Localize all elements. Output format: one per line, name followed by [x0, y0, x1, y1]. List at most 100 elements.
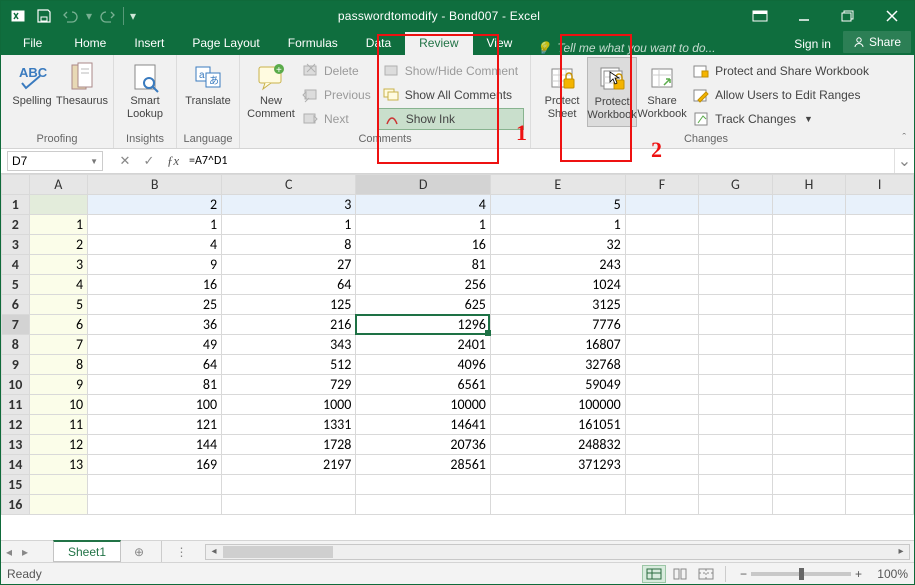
cell-G3[interactable] — [699, 235, 773, 255]
cell-E9[interactable]: 32768 — [490, 355, 625, 375]
allow-edit-ranges-button[interactable]: Allow Users to Edit Ranges — [687, 84, 875, 106]
cell-A13[interactable]: 12 — [29, 435, 88, 455]
previous-comment-button[interactable]: Previous — [296, 84, 377, 106]
cell-A14[interactable]: 13 — [29, 455, 88, 475]
cell-I5[interactable] — [846, 275, 914, 295]
cell-C14[interactable]: 2197 — [222, 455, 356, 475]
cell-F3[interactable] — [625, 235, 699, 255]
cell-A12[interactable]: 11 — [29, 415, 88, 435]
cell-E6[interactable]: 3125 — [490, 295, 625, 315]
next-comment-button[interactable]: Next — [296, 108, 377, 130]
cell-A4[interactable]: 3 — [29, 255, 88, 275]
cell-D8[interactable]: 2401 — [356, 335, 491, 355]
zoom-out-icon[interactable]: − — [740, 567, 747, 581]
col-header-H[interactable]: H — [772, 175, 846, 195]
tab-home[interactable]: Home — [60, 32, 120, 55]
cell-E7[interactable]: 7776 — [490, 315, 625, 335]
cell-C7[interactable]: 216 — [222, 315, 356, 335]
protect-sheet-button[interactable]: Protect Sheet — [537, 57, 587, 125]
cell-I3[interactable] — [846, 235, 914, 255]
track-changes-button[interactable]: Track Changes▼ — [687, 108, 875, 130]
zoom-in-icon[interactable]: + — [855, 567, 862, 581]
restore-icon[interactable] — [826, 1, 870, 31]
sheet-nav-next-icon[interactable]: ▸ — [17, 541, 33, 562]
cell-I8[interactable] — [846, 335, 914, 355]
minimize-icon[interactable] — [782, 1, 826, 31]
cell-G1[interactable] — [699, 195, 773, 215]
cell-B9[interactable]: 64 — [88, 355, 222, 375]
col-header-E[interactable]: E — [490, 175, 625, 195]
cell-B12[interactable]: 121 — [88, 415, 222, 435]
cell-A3[interactable]: 2 — [29, 235, 88, 255]
cell-B8[interactable]: 49 — [88, 335, 222, 355]
tab-formulas[interactable]: Formulas — [274, 32, 352, 55]
cell-F5[interactable] — [625, 275, 699, 295]
cell-I16[interactable] — [846, 495, 914, 515]
cell-B3[interactable]: 4 — [88, 235, 222, 255]
cell-D15[interactable] — [356, 475, 491, 495]
cell-F7[interactable] — [625, 315, 699, 335]
expand-formula-bar-icon[interactable]: ⌄ — [894, 149, 914, 173]
row-header-14[interactable]: 14 — [2, 455, 30, 475]
cell-C13[interactable]: 1728 — [222, 435, 356, 455]
collapse-ribbon-icon[interactable]: ˆ — [898, 130, 910, 146]
cell-C11[interactable]: 1000 — [222, 395, 356, 415]
cell-H10[interactable] — [772, 375, 846, 395]
cell-A2[interactable]: 1 — [29, 215, 88, 235]
cell-B6[interactable]: 25 — [88, 295, 222, 315]
cell-I6[interactable] — [846, 295, 914, 315]
cell-I4[interactable] — [846, 255, 914, 275]
cell-H8[interactable] — [772, 335, 846, 355]
new-comment-button[interactable]: + New Comment — [246, 57, 296, 125]
undo-dropdown-icon[interactable]: ▾ — [83, 3, 95, 29]
thesaurus-button[interactable]: Thesaurus — [57, 57, 107, 125]
cell-D1[interactable]: 4 — [356, 195, 491, 215]
col-header-D[interactable]: D — [356, 175, 491, 195]
cell-G12[interactable] — [699, 415, 773, 435]
cell-G14[interactable] — [699, 455, 773, 475]
row-header-5[interactable]: 5 — [2, 275, 30, 295]
cell-A11[interactable]: 10 — [29, 395, 88, 415]
cell-F11[interactable] — [625, 395, 699, 415]
select-all-corner[interactable] — [2, 175, 30, 195]
cell-grid[interactable]: ABCDEFGHI1234521111132481632439278124354… — [1, 174, 914, 540]
cell-F12[interactable] — [625, 415, 699, 435]
cell-I13[interactable] — [846, 435, 914, 455]
smart-lookup-button[interactable]: Smart Lookup — [120, 57, 170, 125]
cell-I14[interactable] — [846, 455, 914, 475]
cell-D5[interactable]: 256 — [356, 275, 491, 295]
col-header-C[interactable]: C — [222, 175, 356, 195]
cell-F4[interactable] — [625, 255, 699, 275]
cell-D7[interactable]: 1296 — [356, 315, 491, 335]
cell-F8[interactable] — [625, 335, 699, 355]
cell-D2[interactable]: 1 — [356, 215, 491, 235]
row-header-11[interactable]: 11 — [2, 395, 30, 415]
cell-B7[interactable]: 36 — [88, 315, 222, 335]
tab-insert[interactable]: Insert — [120, 32, 178, 55]
sheet-tab-sheet1[interactable]: Sheet1 — [53, 540, 121, 562]
cell-H6[interactable] — [772, 295, 846, 315]
cell-H15[interactable] — [772, 475, 846, 495]
cell-F2[interactable] — [625, 215, 699, 235]
cell-A10[interactable]: 9 — [29, 375, 88, 395]
cell-H4[interactable] — [772, 255, 846, 275]
cell-E8[interactable]: 16807 — [490, 335, 625, 355]
cell-D10[interactable]: 6561 — [356, 375, 491, 395]
cell-C5[interactable]: 64 — [222, 275, 356, 295]
cell-I15[interactable] — [846, 475, 914, 495]
cell-B15[interactable] — [88, 475, 222, 495]
col-header-I[interactable]: I — [846, 175, 914, 195]
cell-H2[interactable] — [772, 215, 846, 235]
zoom-control[interactable]: − + 100% — [740, 567, 908, 581]
cell-D9[interactable]: 4096 — [356, 355, 491, 375]
cell-E12[interactable]: 161051 — [490, 415, 625, 435]
cell-D6[interactable]: 625 — [356, 295, 491, 315]
translate-button[interactable]: aあ Translate — [183, 57, 233, 125]
cell-B1[interactable]: 2 — [88, 195, 222, 215]
cell-G15[interactable] — [699, 475, 773, 495]
cell-E1[interactable]: 5 — [490, 195, 625, 215]
cell-G9[interactable] — [699, 355, 773, 375]
cell-H3[interactable] — [772, 235, 846, 255]
qat-customize-icon[interactable]: ▾ — [126, 3, 140, 29]
cell-F6[interactable] — [625, 295, 699, 315]
